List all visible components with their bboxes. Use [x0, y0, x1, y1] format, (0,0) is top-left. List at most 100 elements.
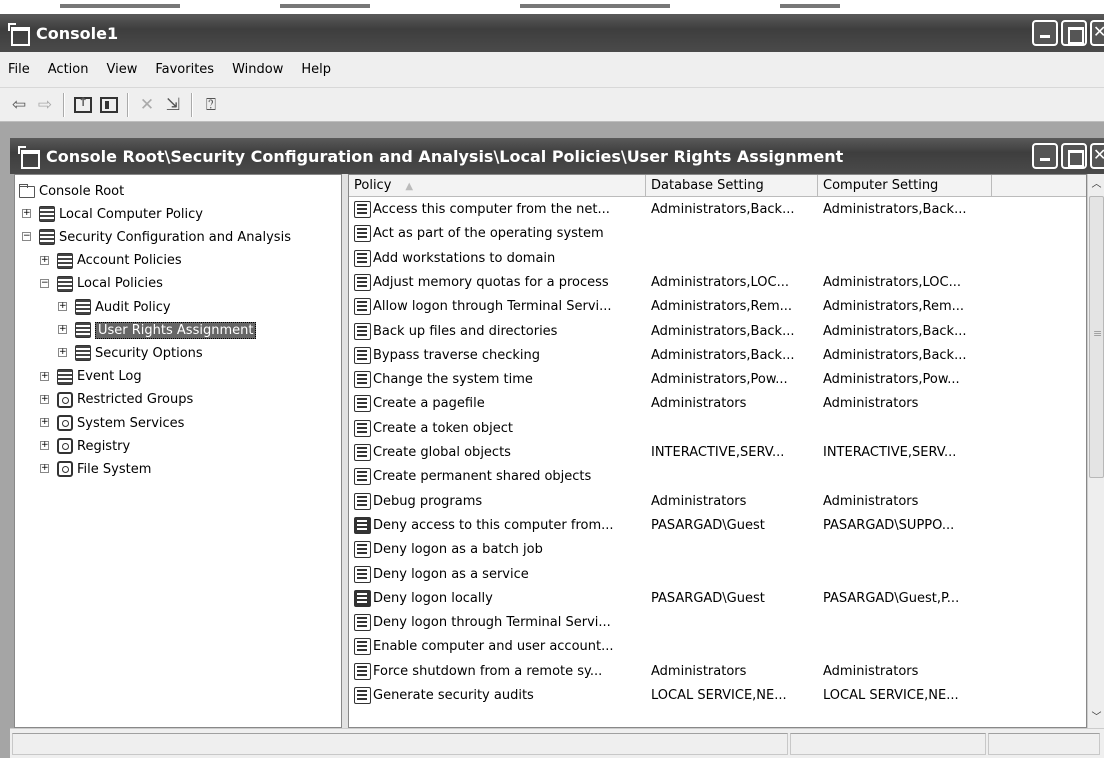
policy-ok-icon: [354, 395, 371, 413]
child-close-button[interactable]: [1090, 143, 1104, 169]
tree-expander[interactable]: +: [40, 441, 49, 451]
tree-node[interactable]: Local Policies: [57, 274, 163, 294]
tree-node[interactable]: File System: [57, 459, 151, 479]
export-list-icon[interactable]: ⇲: [160, 92, 186, 118]
mmc-child-icon[interactable]: [18, 146, 40, 169]
list-row[interactable]: Deny logon locally PASARGAD\Guest PASARGAD…: [349, 587, 992, 610]
list-row[interactable]: Deny logon as a batch job: [349, 538, 992, 561]
cell-computer-setting: LOCAL SERVICE,NE...: [823, 688, 959, 704]
vertical-scrollbar[interactable]: ︿ ﹀: [1087, 174, 1104, 728]
list-row[interactable]: Act as part of the operating system: [349, 222, 992, 245]
policy-name: Force shutdown from a remote sy...: [373, 663, 603, 679]
help-icon[interactable]: ⍰: [198, 92, 224, 118]
list-row[interactable]: Force shutdown from a remote sy... Admini…: [349, 660, 992, 683]
cell-policy: Create permanent shared objects: [349, 468, 646, 486]
tree-expander[interactable]: +: [40, 371, 49, 381]
tree-node[interactable]: Account Policies: [57, 251, 182, 271]
mmc-app-icon[interactable]: [8, 23, 30, 46]
up-folder-icon[interactable]: [70, 92, 96, 118]
tree-node[interactable]: User Rights Assignment: [75, 320, 257, 340]
list-row[interactable]: Debug programs Administrators Administrato…: [349, 490, 992, 513]
list-row[interactable]: Enable computer and user account...: [349, 635, 992, 658]
list-row[interactable]: Bypass traverse checking Administrators,B…: [349, 344, 992, 367]
menu-action[interactable]: Action: [48, 62, 89, 77]
menu-favorites[interactable]: Favorites: [155, 62, 214, 77]
scroll-down-arrow-icon[interactable]: ﹀: [1088, 709, 1104, 726]
list-row[interactable]: Allow logon through Terminal Servi... Adm…: [349, 295, 992, 318]
tree-node-label: Local Computer Policy: [59, 206, 203, 222]
status-cell-tertiary: [988, 733, 1100, 755]
tree-node[interactable]: Audit Policy: [75, 297, 171, 317]
scroll-up-arrow-icon[interactable]: ︿: [1088, 176, 1104, 193]
list-row[interactable]: Adjust memory quotas for a process Admini…: [349, 271, 992, 294]
tree-node[interactable]: Local Computer Policy: [39, 204, 203, 224]
list-row[interactable]: Create a pagefile Administrators Administr…: [349, 392, 992, 415]
forward-arrow-icon[interactable]: ⇨: [32, 92, 58, 118]
tree-node[interactable]: Console Root: [19, 181, 124, 201]
tree-expander[interactable]: +: [58, 302, 67, 311]
back-arrow-icon[interactable]: ⇦: [6, 92, 32, 118]
minimize-button[interactable]: [1032, 20, 1058, 46]
list-row[interactable]: Change the system time Administrators,Pow…: [349, 368, 992, 391]
cell-computer-setting: Administrators: [823, 396, 919, 412]
tree-expander[interactable]: +: [58, 325, 67, 335]
tree-node-label: Console Root: [39, 183, 125, 199]
tree-expander[interactable]: −: [22, 232, 31, 242]
menu-window[interactable]: Window: [232, 62, 283, 77]
cell-policy: Deny logon as a batch job: [349, 541, 646, 559]
column-header-empty[interactable]: [992, 175, 1086, 197]
cell-policy: Debug programs: [349, 492, 646, 510]
policy-ok-icon: [354, 201, 371, 219]
policy-ok-icon: [354, 273, 371, 291]
details-list[interactable]: Policy ▲ Database Setting Computer Settin…: [348, 174, 1087, 728]
tree-node[interactable]: Restricted Groups: [57, 390, 193, 410]
policy-icon: [75, 345, 91, 362]
tree-expander[interactable]: +: [58, 348, 67, 358]
list-row[interactable]: Create a token object: [349, 417, 992, 440]
list-row[interactable]: Back up files and directories Administrat…: [349, 320, 992, 343]
console-title-bar[interactable]: Console1: [0, 14, 1104, 52]
column-header-policy[interactable]: Policy ▲: [349, 175, 646, 197]
tree-node[interactable]: Security Configuration and Analysis: [39, 227, 291, 247]
column-header-database-setting[interactable]: Database Setting: [646, 175, 818, 197]
tree-node-label: User Rights Assignment: [95, 321, 257, 339]
list-row[interactable]: Deny logon as a service: [349, 563, 992, 586]
scroll-thumb[interactable]: [1089, 196, 1104, 478]
tree-expander[interactable]: +: [22, 209, 31, 219]
close-button[interactable]: [1090, 20, 1104, 46]
tree-expander[interactable]: +: [40, 394, 49, 404]
list-row[interactable]: Create permanent shared objects: [349, 465, 992, 488]
console-tree[interactable]: Console Root + Local Computer Policy − Secur…: [14, 174, 342, 728]
tree-node[interactable]: System Services: [57, 413, 184, 433]
cell-computer-setting: Administrators,Rem...: [823, 299, 965, 315]
policy-ok-icon: [354, 444, 371, 462]
child-minimize-button[interactable]: [1032, 143, 1058, 169]
delete-icon[interactable]: ✕: [134, 92, 160, 118]
menu-help[interactable]: Help: [301, 62, 331, 77]
list-row[interactable]: Deny logon through Terminal Servi...: [349, 611, 992, 634]
menu-view[interactable]: View: [106, 62, 137, 77]
cell-policy: Create a pagefile: [349, 395, 646, 413]
tree-expander[interactable]: +: [40, 418, 49, 427]
list-row[interactable]: Create global objects INTERACTIVE,SERV...…: [349, 441, 992, 464]
column-header-computer-setting[interactable]: Computer Setting: [818, 175, 992, 197]
child-maximize-button[interactable]: [1061, 143, 1087, 169]
window-title: Console1: [36, 23, 119, 43]
list-row[interactable]: Generate security audits LOCAL SERVICE,NE…: [349, 684, 992, 707]
show-hide-tree-icon[interactable]: [96, 92, 122, 118]
tree-expander[interactable]: +: [40, 464, 49, 474]
cell-policy: Access this computer from the net...: [349, 201, 646, 219]
sort-ascending-icon: ▲: [405, 181, 414, 192]
tree-node[interactable]: Registry: [57, 436, 130, 456]
policy-mismatch-icon: [354, 516, 371, 534]
list-row[interactable]: Deny access to this computer from... PASA…: [349, 514, 992, 537]
maximize-button[interactable]: [1061, 20, 1087, 46]
list-row[interactable]: Add workstations to domain: [349, 247, 992, 270]
tree-node[interactable]: Event Log: [57, 367, 142, 387]
menu-file[interactable]: File: [8, 62, 30, 77]
tree-expander[interactable]: +: [40, 255, 49, 265]
tree-expander[interactable]: −: [40, 278, 49, 288]
list-row[interactable]: Access this computer from the net... Admi…: [349, 198, 992, 221]
child-window-title-bar[interactable]: Console Root\Security Configuration and …: [10, 138, 1104, 174]
tree-node[interactable]: Security Options: [75, 343, 203, 363]
